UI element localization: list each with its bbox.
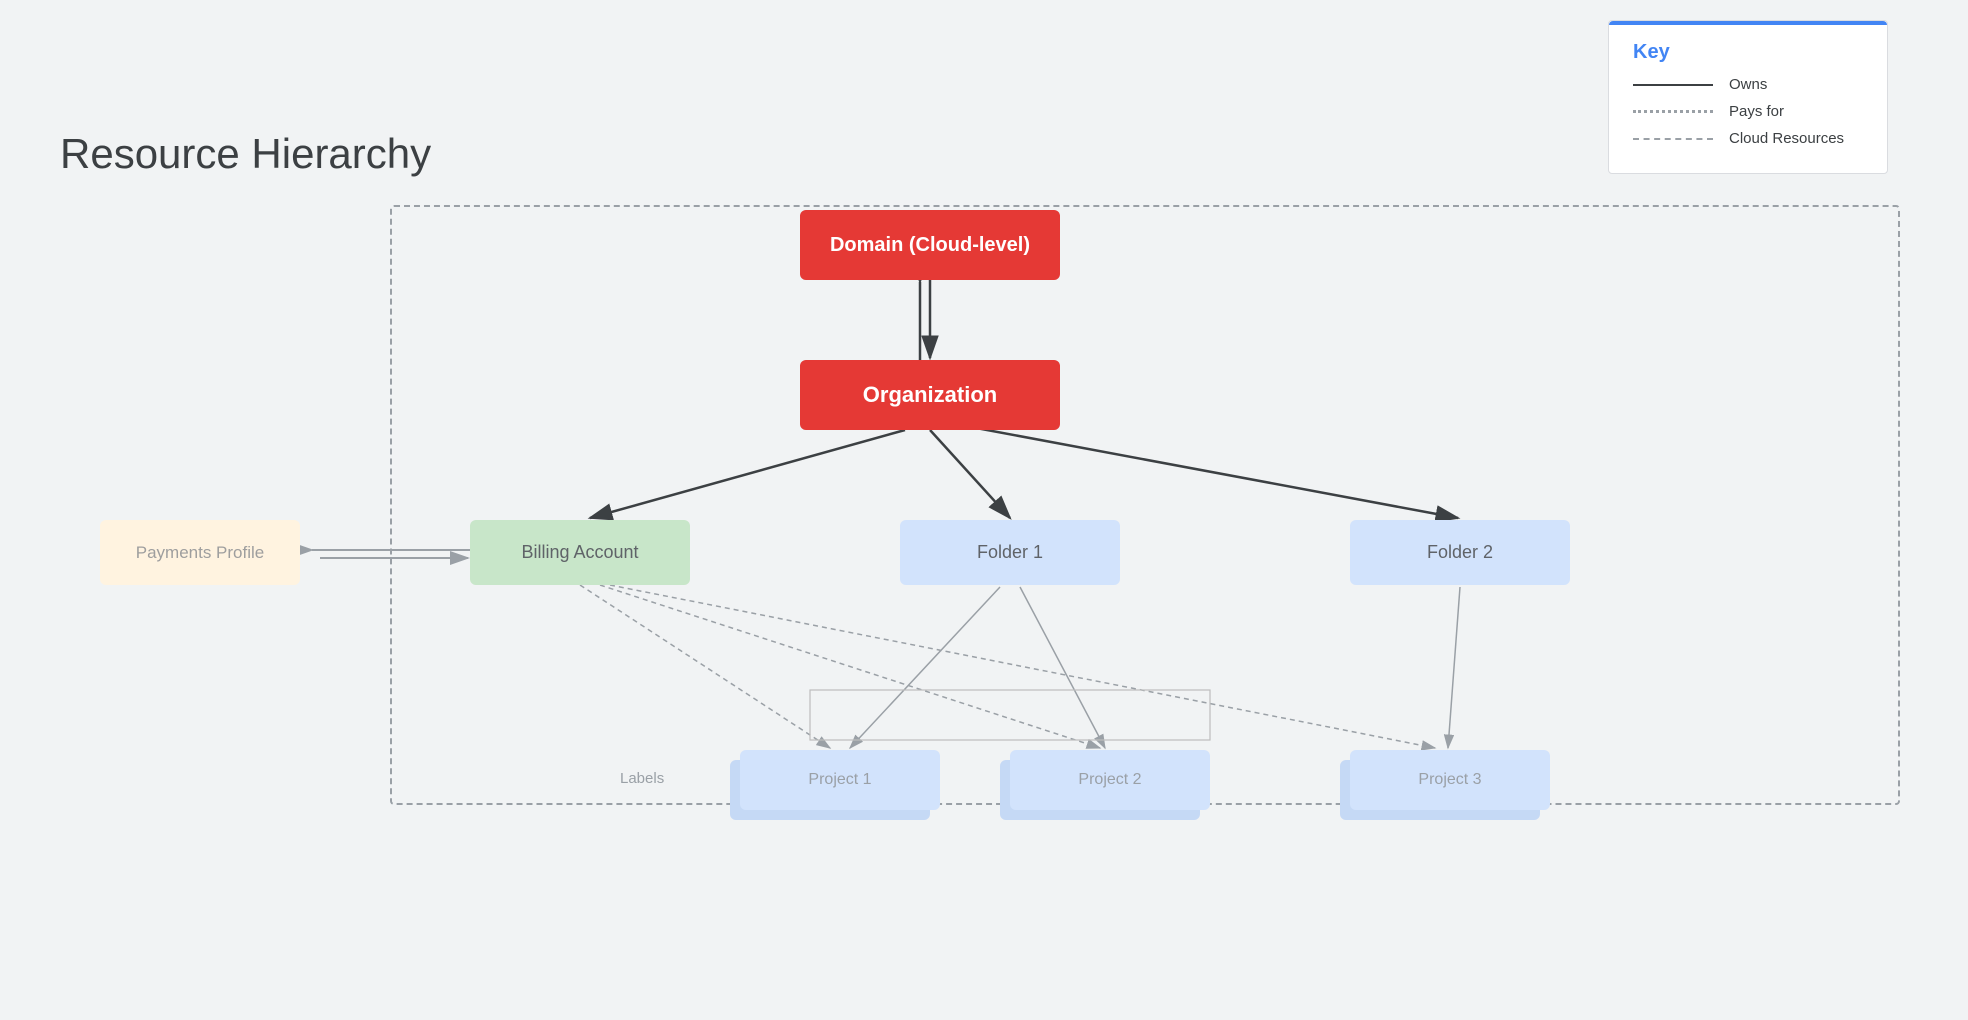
project2-label: Project 2 xyxy=(1078,771,1141,789)
node-organization: Organization xyxy=(800,360,1060,430)
node-project2: Project 2 xyxy=(1010,750,1210,810)
project3-label: Project 3 xyxy=(1418,771,1481,789)
project1-label: Project 1 xyxy=(808,771,871,789)
folder1-label: Folder 1 xyxy=(977,542,1043,563)
labels-text: Labels xyxy=(620,770,664,787)
node-project3: Project 3 xyxy=(1350,750,1550,810)
key-top-bar xyxy=(1609,21,1887,25)
node-domain: Domain (Cloud-level) xyxy=(800,210,1060,280)
node-folder1: Folder 1 xyxy=(900,520,1120,585)
node-billing-account: Billing Account xyxy=(470,520,690,585)
folder2-label: Folder 2 xyxy=(1427,542,1493,563)
node-project1: Project 1 xyxy=(740,750,940,810)
cloud-border-box xyxy=(390,205,1900,805)
organization-label: Organization xyxy=(863,382,997,408)
node-payments-profile: Payments Profile xyxy=(100,520,300,585)
node-folder2: Folder 2 xyxy=(1350,520,1570,585)
diagram: Domain (Cloud-level) Organization Billin… xyxy=(40,50,1928,1000)
billing-account-label: Billing Account xyxy=(521,542,638,563)
domain-label: Domain (Cloud-level) xyxy=(830,234,1030,257)
payments-profile-label: Payments Profile xyxy=(136,543,265,563)
